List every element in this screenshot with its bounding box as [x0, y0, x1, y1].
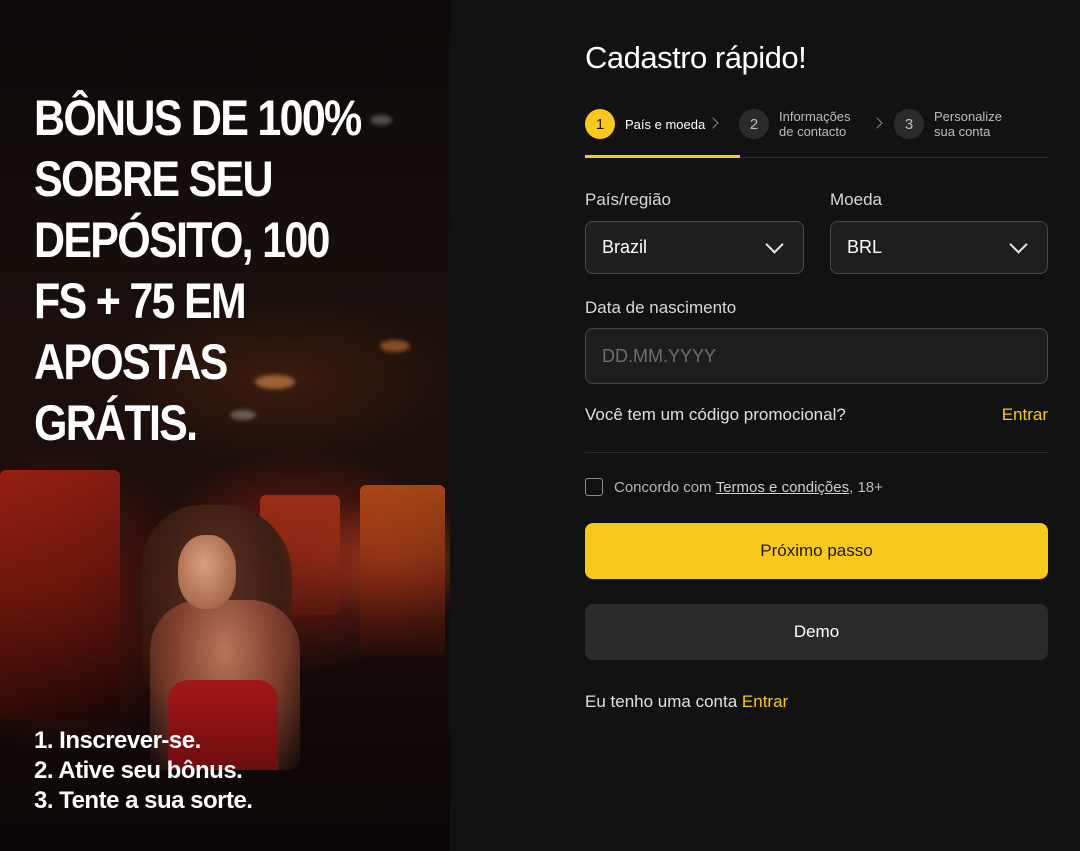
country-value: Brazil — [602, 237, 648, 257]
birthdate-input[interactable] — [585, 328, 1048, 384]
step-label: País e moeda — [625, 116, 706, 132]
terms-row: Concordo com Termos e condições, 18+ — [585, 478, 883, 496]
woman-figure — [178, 535, 236, 609]
promo-code-row: Você tem um código promocional? Entrar — [585, 405, 1048, 425]
terms-link[interactable]: Termos e condições — [716, 479, 849, 496]
chevron-right-icon — [707, 117, 719, 129]
birthdate-label: Data de nascimento — [585, 298, 737, 317]
step-personalize-account[interactable]: 3 Personalize sua conta — [894, 109, 1014, 139]
terms-checkbox[interactable] — [585, 478, 603, 496]
step-number: 3 — [894, 109, 924, 139]
registration-stepper: 1 País e moeda 2 Informações de contacto… — [585, 109, 1048, 158]
background-light — [380, 340, 410, 352]
promo-headline: BÔNUS DE 100% SOBRE SEU DEPÓSITO, 100 FS… — [34, 90, 362, 451]
chevron-right-icon — [871, 117, 883, 129]
divider — [585, 452, 1048, 453]
promo-step: 3. Tente a sua sorte. — [34, 787, 253, 814]
stepper-progress-bar — [585, 155, 740, 158]
currency-select[interactable]: BRL — [830, 221, 1048, 274]
terms-prefix: Concordo com — [614, 478, 712, 496]
promo-steps: 1. Inscrever-se. 2. Ative seu bônus. 3. … — [34, 726, 253, 816]
form-title: Cadastro rápido! — [585, 40, 807, 75]
promo-step: 1. Inscrever-se. — [34, 727, 201, 754]
login-link[interactable]: Entrar — [742, 692, 788, 711]
step-country-currency[interactable]: 1 País e moeda — [585, 109, 705, 139]
next-step-button[interactable]: Próximo passo — [585, 523, 1048, 579]
currency-value: BRL — [847, 237, 883, 257]
currency-label: Moeda — [830, 190, 882, 209]
step-contact-info[interactable]: 2 Informações de contacto — [739, 109, 859, 139]
slot-machine — [360, 485, 445, 655]
slot-machine — [0, 470, 120, 720]
chevron-down-icon — [1009, 235, 1028, 254]
demo-button[interactable]: Demo — [585, 604, 1048, 660]
promo-panel: BÔNUS DE 100% SOBRE SEU DEPÓSITO, 100 FS… — [0, 0, 450, 851]
country-select[interactable]: Brazil — [585, 221, 804, 274]
login-row: Eu tenho uma conta Entrar — [585, 692, 788, 712]
step-label: Personalize sua conta — [934, 109, 1002, 139]
step-label: Informações de contacto — [779, 109, 851, 139]
registration-panel: Cadastro rápido! 1 País e moeda 2 Inform… — [450, 0, 1080, 851]
terms-suffix: , 18+ — [849, 478, 883, 496]
step-number: 2 — [739, 109, 769, 139]
promo-code-enter-link[interactable]: Entrar — [1002, 405, 1048, 425]
promo-step: 2. Ative seu bônus. — [34, 757, 243, 784]
login-prefix: Eu tenho uma conta — [585, 692, 738, 711]
promo-code-question: Você tem um código promocional? — [585, 405, 846, 424]
chevron-down-icon — [765, 235, 784, 254]
step-number: 1 — [585, 109, 615, 139]
country-label: País/região — [585, 190, 671, 209]
